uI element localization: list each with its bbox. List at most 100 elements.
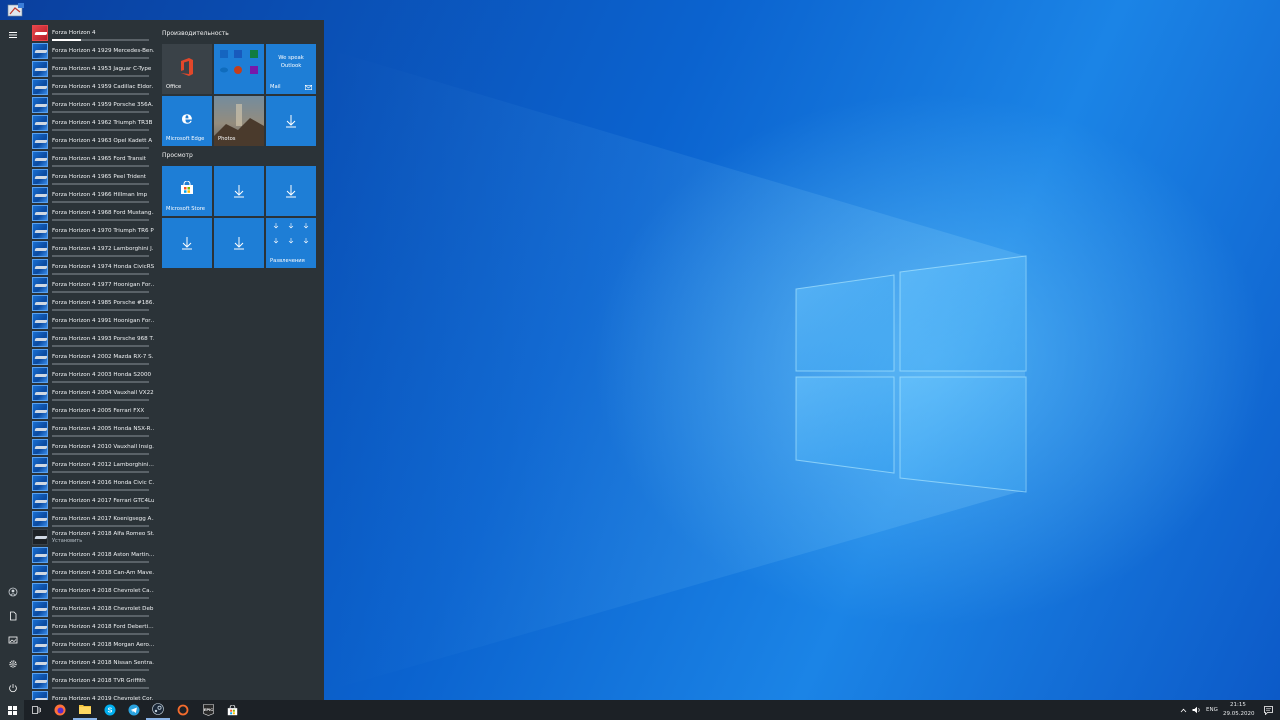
app-list-item[interactable]: Forza Horizon 4 1959 Cadillac Eldor… [30,78,158,96]
task-view-button[interactable] [24,700,48,720]
install-progress-bar [52,147,149,149]
app-list-item[interactable]: Forza Horizon 4 1968 Ford Mustang… [30,204,158,222]
app-list-item[interactable]: Forza Horizon 4 2018 Chevrolet Ca… [30,582,158,600]
app-list-item[interactable]: Forza Horizon 4 2004 Vauxhall VX220 [30,384,158,402]
install-progress-bar [52,435,149,437]
install-progress-bar [52,597,149,599]
app-list-item[interactable]: Forza Horizon 4 1953 Jaguar C-Type [30,60,158,78]
app-list-item[interactable]: Forza Horizon 4 2018 Ford Deberti… [30,618,158,636]
forza-app-icon [32,385,48,401]
app-list-item-label: Forza Horizon 4 2018 Chevrolet Ca… [52,587,154,594]
forza-app-icon [32,25,48,41]
app-list-item[interactable]: Forza Horizon 4 1991 Hoonigan For… [30,312,158,330]
app-list-item[interactable]: Forza Horizon 4 2012 Lamborghini… [30,456,158,474]
tile-download-5[interactable] [214,218,264,268]
documents-button[interactable] [0,605,26,627]
app-list-item[interactable]: Forza Horizon 4 1993 Porsche 968 T… [30,330,158,348]
app-list-item-label: Forza Horizon 4 1953 Jaguar C-Type [52,65,152,72]
install-progress-bar [52,237,149,239]
app-list-item-label: Forza Horizon 4 1959 Porsche 356A… [52,101,154,108]
tile-download-1[interactable] [266,96,316,146]
tray-language[interactable]: ENG [1206,707,1218,713]
tile-edge[interactable]: e Microsoft Edge [162,96,212,146]
tray-time[interactable]: 21:15 [1230,702,1246,708]
app-list-item[interactable]: Forza Horizon 4 1965 Peel Trident [30,168,158,186]
settings-button[interactable] [0,653,26,675]
user-account-button[interactable] [0,581,26,603]
app-list-item[interactable]: Forza Horizon 4 2018 Can-Am Mave… [30,564,158,582]
action-center-button[interactable] [1256,700,1280,720]
app-text: Forza Horizon 4 2018 TVR Griffith [48,678,146,685]
taskbar-firefox[interactable] [48,700,72,720]
tile-store[interactable]: Microsoft Store [162,166,212,216]
app-list-item[interactable]: Forza Horizon 4 1966 Hillman Imp [30,186,158,204]
app-list-item[interactable]: Forza Horizon 4 1972 Lamborghini J… [30,240,158,258]
app-list-item[interactable]: Forza Horizon 4 1974 Honda CivicRS [30,258,158,276]
power-button[interactable] [0,677,26,699]
app-text: Forza Horizon 4 2018 Ford Deberti… [48,624,154,631]
app-list-item[interactable]: Forza Horizon 4 2018 Aston Martin… [30,546,158,564]
app-list-item-label: Forza Horizon 4 [52,29,96,36]
install-progress-bar [52,561,149,563]
tile-download-4[interactable] [162,218,212,268]
app-list-item[interactable]: Forza Horizon 4 1965 Ford Transit [30,150,158,168]
app-list-item[interactable]: Forza Horizon 4 1970 Triumph TR6 PI [30,222,158,240]
tile-download-3[interactable] [266,166,316,216]
taskbar-skype[interactable]: S [98,700,122,720]
taskbar-steam[interactable] [146,700,170,720]
tile-office[interactable]: Office [162,44,212,94]
install-progress-bar [52,615,149,617]
app-list-item[interactable]: Forza Horizon 4 2003 Honda S2000 [30,366,158,384]
forza-app-icon [32,259,48,275]
app-list-item[interactable]: Forza Horizon 4 2005 Ferrari FXX [30,402,158,420]
tile-download-2[interactable] [214,166,264,216]
app-list-item[interactable]: Forza Horizon 4 2018 TVR Griffith [30,672,158,690]
tray-volume-button[interactable] [1188,700,1204,720]
tile-mail[interactable]: We speak Outlook Mail [266,44,316,94]
app-list-item[interactable]: Forza Horizon 4 2017 Ferrari GTC4Lu… [30,492,158,510]
hamburger-menu-button[interactable] [0,24,26,46]
app-list-item-status: Установить [52,537,83,544]
forza-app-icon [32,583,48,599]
taskbar-origin[interactable] [171,700,195,720]
app-list-item[interactable]: Forza Horizon 4 2018 Nissan Sentra… [30,654,158,672]
app-list-item[interactable]: Forza Horizon 4 2005 Honda NSX-R… [30,420,158,438]
app-list-item[interactable]: Forza Horizon 4 1929 Mercedes-Ben… [30,42,158,60]
app-text: Forza Horizon 4 2004 Vauxhall VX220 [48,390,154,397]
taskbar-store[interactable] [220,700,244,720]
app-list-item[interactable]: Forza Horizon 4 2018 Chevrolet Deb… [30,600,158,618]
app-list-item[interactable]: Forza Horizon 4 2018 Morgan Aero… [30,636,158,654]
app-list-item-label: Forza Horizon 4 2016 Honda Civic C… [52,479,154,486]
start-nav-rail [0,20,26,700]
app-list-item[interactable]: Forza Horizon 4 1977 Hoonigan For… [30,276,158,294]
forza-app-icon [32,151,48,167]
logo-pane-br [899,376,1027,493]
app-list-item[interactable]: Forza Horizon 4 2002 Mazda RX-7 S… [30,348,158,366]
taskbar-file-explorer[interactable] [73,700,97,720]
app-list-item[interactable]: Forza Horizon 4 [30,24,158,42]
pictures-button[interactable] [0,629,26,651]
forza-app-icon [32,223,48,239]
app-list-item[interactable]: Forza Horizon 4 1985 Porsche #186… [30,294,158,312]
tile-office-apps[interactable] [214,44,264,94]
app-list-item-label: Forza Horizon 4 1965 Peel Trident [52,173,146,180]
app-list-item[interactable]: Forza Horizon 4 2016 Honda Civic C… [30,474,158,492]
origin-icon [177,704,189,716]
app-list-item-label: Forza Horizon 4 2005 Ferrari FXX [52,407,145,414]
tile-entertainment[interactable]: Развлечения [266,218,316,268]
tile-photos[interactable]: Photos [214,96,264,146]
tray-date[interactable]: 29.05.2020 [1223,711,1255,717]
app-list-item[interactable]: Forza Horizon 4 1959 Porsche 356A… [30,96,158,114]
desktop-icon[interactable] [6,2,26,20]
app-list-item[interactable]: Forza Horizon 4 1963 Opel Kadett A [30,132,158,150]
app-list-item[interactable]: Forza Horizon 4 2010 Vauxhall Insig… [30,438,158,456]
app-list-item[interactable]: Forza Horizon 4 1962 Triumph TR3B [30,114,158,132]
taskbar-epic-games[interactable]: EPIC [196,700,220,720]
install-progress-bar [52,471,149,473]
forza-app-icon [32,439,48,455]
app-text: Forza Horizon 4 2018 Can-Am Mave… [48,570,154,577]
start-button[interactable] [0,700,24,720]
app-list-item[interactable]: Forza Horizon 4 2017 Koenigsegg A… [30,510,158,528]
app-list-item[interactable]: Forza Horizon 4 2018 Alfa Romeo St… Устан… [30,528,158,546]
taskbar-telegram[interactable] [122,700,146,720]
